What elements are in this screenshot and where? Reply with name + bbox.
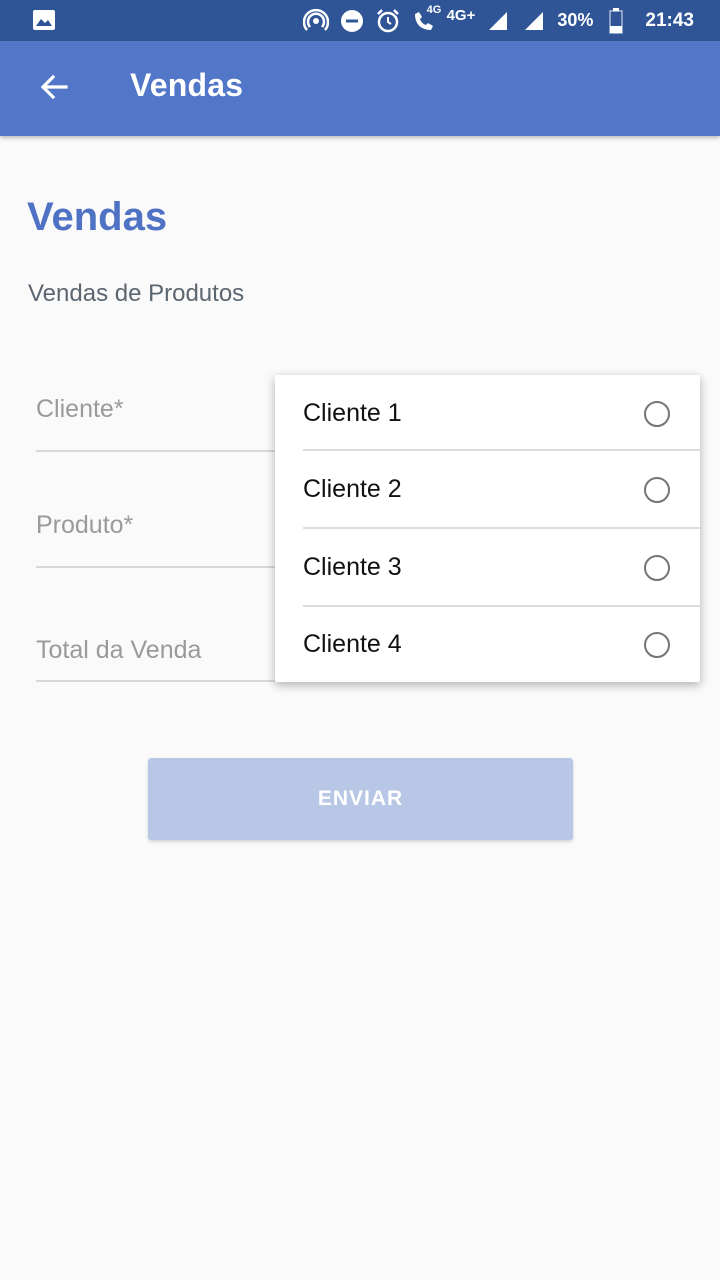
dropdown-option[interactable]: Cliente 1 bbox=[303, 375, 700, 452]
client-field-label: Cliente* bbox=[36, 395, 124, 423]
signal-icon bbox=[485, 8, 511, 34]
radio-unchecked-icon[interactable] bbox=[644, 476, 670, 503]
product-field[interactable]: Produto* bbox=[36, 511, 286, 569]
option-label: Cliente 1 bbox=[303, 399, 402, 427]
battery-percentage: 30% bbox=[557, 10, 594, 30]
clock: 21:43 bbox=[645, 9, 694, 31]
client-field[interactable]: Cliente* bbox=[36, 395, 286, 453]
signal-icon bbox=[521, 8, 547, 34]
status-bar: 4G 4G+ 30% 21:43 bbox=[0, 0, 720, 41]
network-small-label: 4G bbox=[426, 3, 442, 16]
network-type-label: 4G+ bbox=[446, 7, 476, 24]
hotspot-icon bbox=[302, 8, 329, 34]
dropdown-option[interactable]: Cliente 3 bbox=[303, 529, 700, 606]
battery-icon bbox=[603, 7, 629, 34]
option-label: Cliente 4 bbox=[303, 630, 402, 658]
total-field[interactable]: Total da Venda bbox=[36, 636, 286, 684]
dropdown-option[interactable]: Cliente 2 bbox=[303, 451, 700, 528]
dropdown-option[interactable]: Cliente 4 bbox=[303, 606, 700, 683]
total-field-underline bbox=[36, 680, 286, 682]
option-label: Cliente 3 bbox=[303, 553, 402, 581]
total-field-label: Total da Venda bbox=[36, 636, 202, 664]
page-title: Vendas bbox=[27, 195, 168, 239]
radio-unchecked-icon[interactable] bbox=[644, 400, 670, 427]
do-not-disturb-icon bbox=[339, 8, 365, 34]
option-label: Cliente 2 bbox=[303, 475, 402, 503]
volte-call-icon: 4G bbox=[411, 4, 441, 34]
image-icon bbox=[32, 8, 56, 32]
alarm-icon bbox=[375, 8, 401, 34]
app-bar: Vendas bbox=[0, 41, 720, 136]
page-subtitle: Vendas de Produtos bbox=[28, 280, 245, 307]
client-dropdown: Cliente 1 Cliente 2 Cliente 3 Cliente 4 bbox=[275, 375, 700, 682]
radio-unchecked-icon[interactable] bbox=[644, 631, 670, 658]
app-bar-title: Vendas bbox=[130, 67, 244, 103]
submit-button[interactable]: ENVIAR bbox=[148, 758, 573, 840]
back-button[interactable] bbox=[30, 65, 78, 113]
status-icons: 4G 4G+ 30% 21:43 bbox=[302, 0, 694, 41]
client-field-underline bbox=[36, 450, 286, 452]
arrow-back-icon bbox=[38, 71, 70, 108]
product-field-label: Produto* bbox=[36, 511, 134, 539]
product-field-underline bbox=[36, 566, 286, 568]
radio-unchecked-icon[interactable] bbox=[644, 554, 670, 581]
